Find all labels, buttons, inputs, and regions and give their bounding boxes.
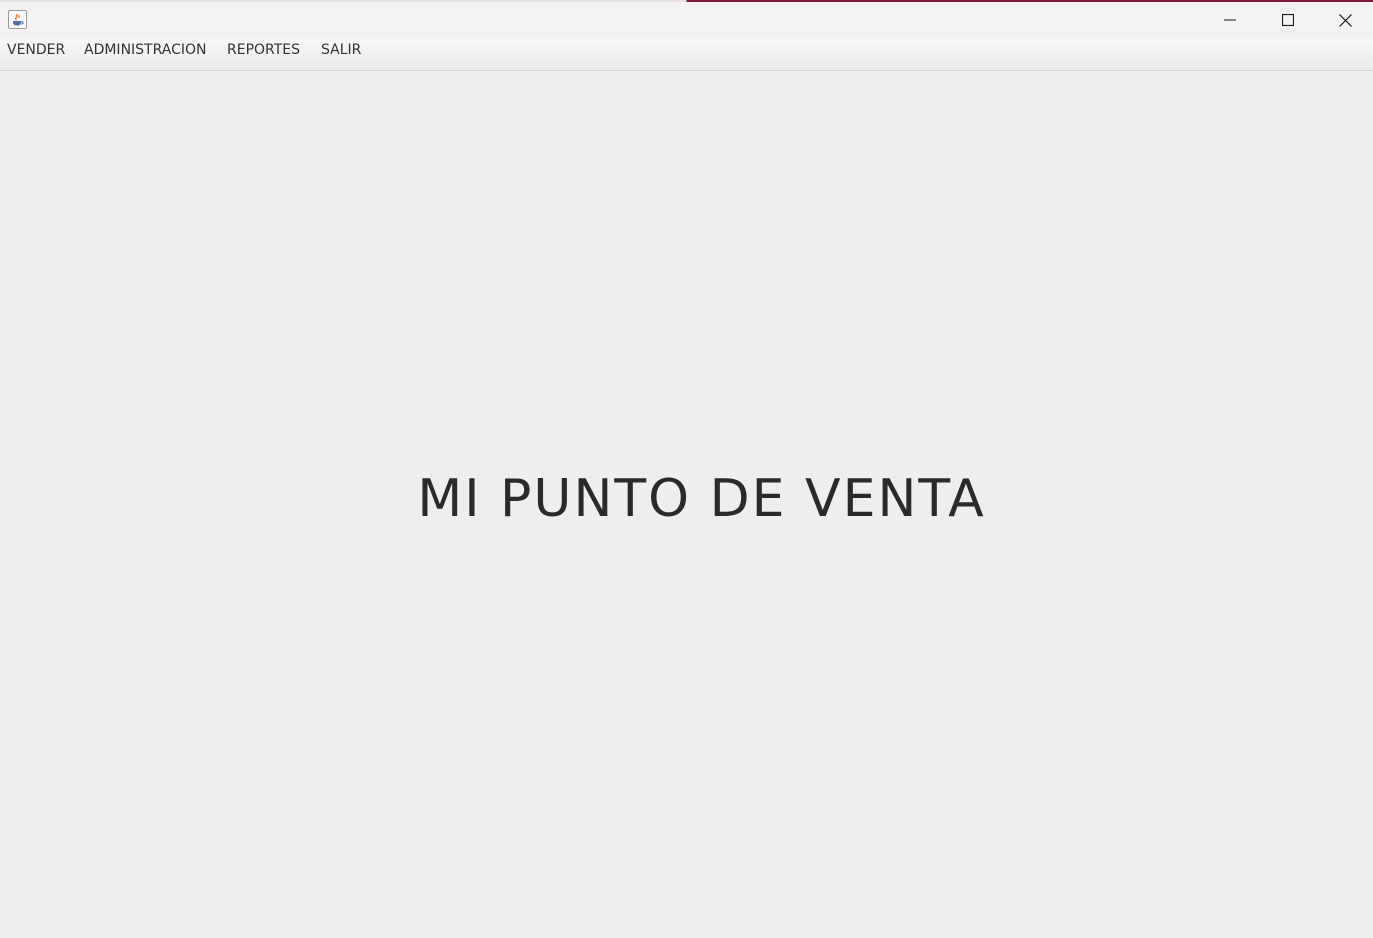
main-content: MI PUNTO DE VENTA xyxy=(0,71,1373,938)
java-cup-icon[interactable] xyxy=(8,10,27,29)
menu-salir[interactable]: SALIR xyxy=(321,39,361,61)
minimize-button[interactable] xyxy=(1201,2,1259,38)
maximize-icon xyxy=(1282,14,1294,26)
app-window: VENDER ADMINISTRACION REPORTES SALIR MI … xyxy=(0,0,1373,938)
close-icon xyxy=(1338,13,1352,27)
title-bar[interactable] xyxy=(0,2,1373,39)
menu-vender[interactable]: VENDER xyxy=(7,39,65,61)
menu-reportes[interactable]: REPORTES xyxy=(227,39,300,61)
menu-bar: VENDER ADMINISTRACION REPORTES SALIR xyxy=(0,39,1373,71)
close-button[interactable] xyxy=(1317,2,1373,38)
minimize-icon xyxy=(1224,19,1236,21)
page-title: MI PUNTO DE VENTA xyxy=(417,469,986,529)
menu-administracion[interactable]: ADMINISTRACION xyxy=(84,39,207,61)
maximize-button[interactable] xyxy=(1259,2,1317,38)
